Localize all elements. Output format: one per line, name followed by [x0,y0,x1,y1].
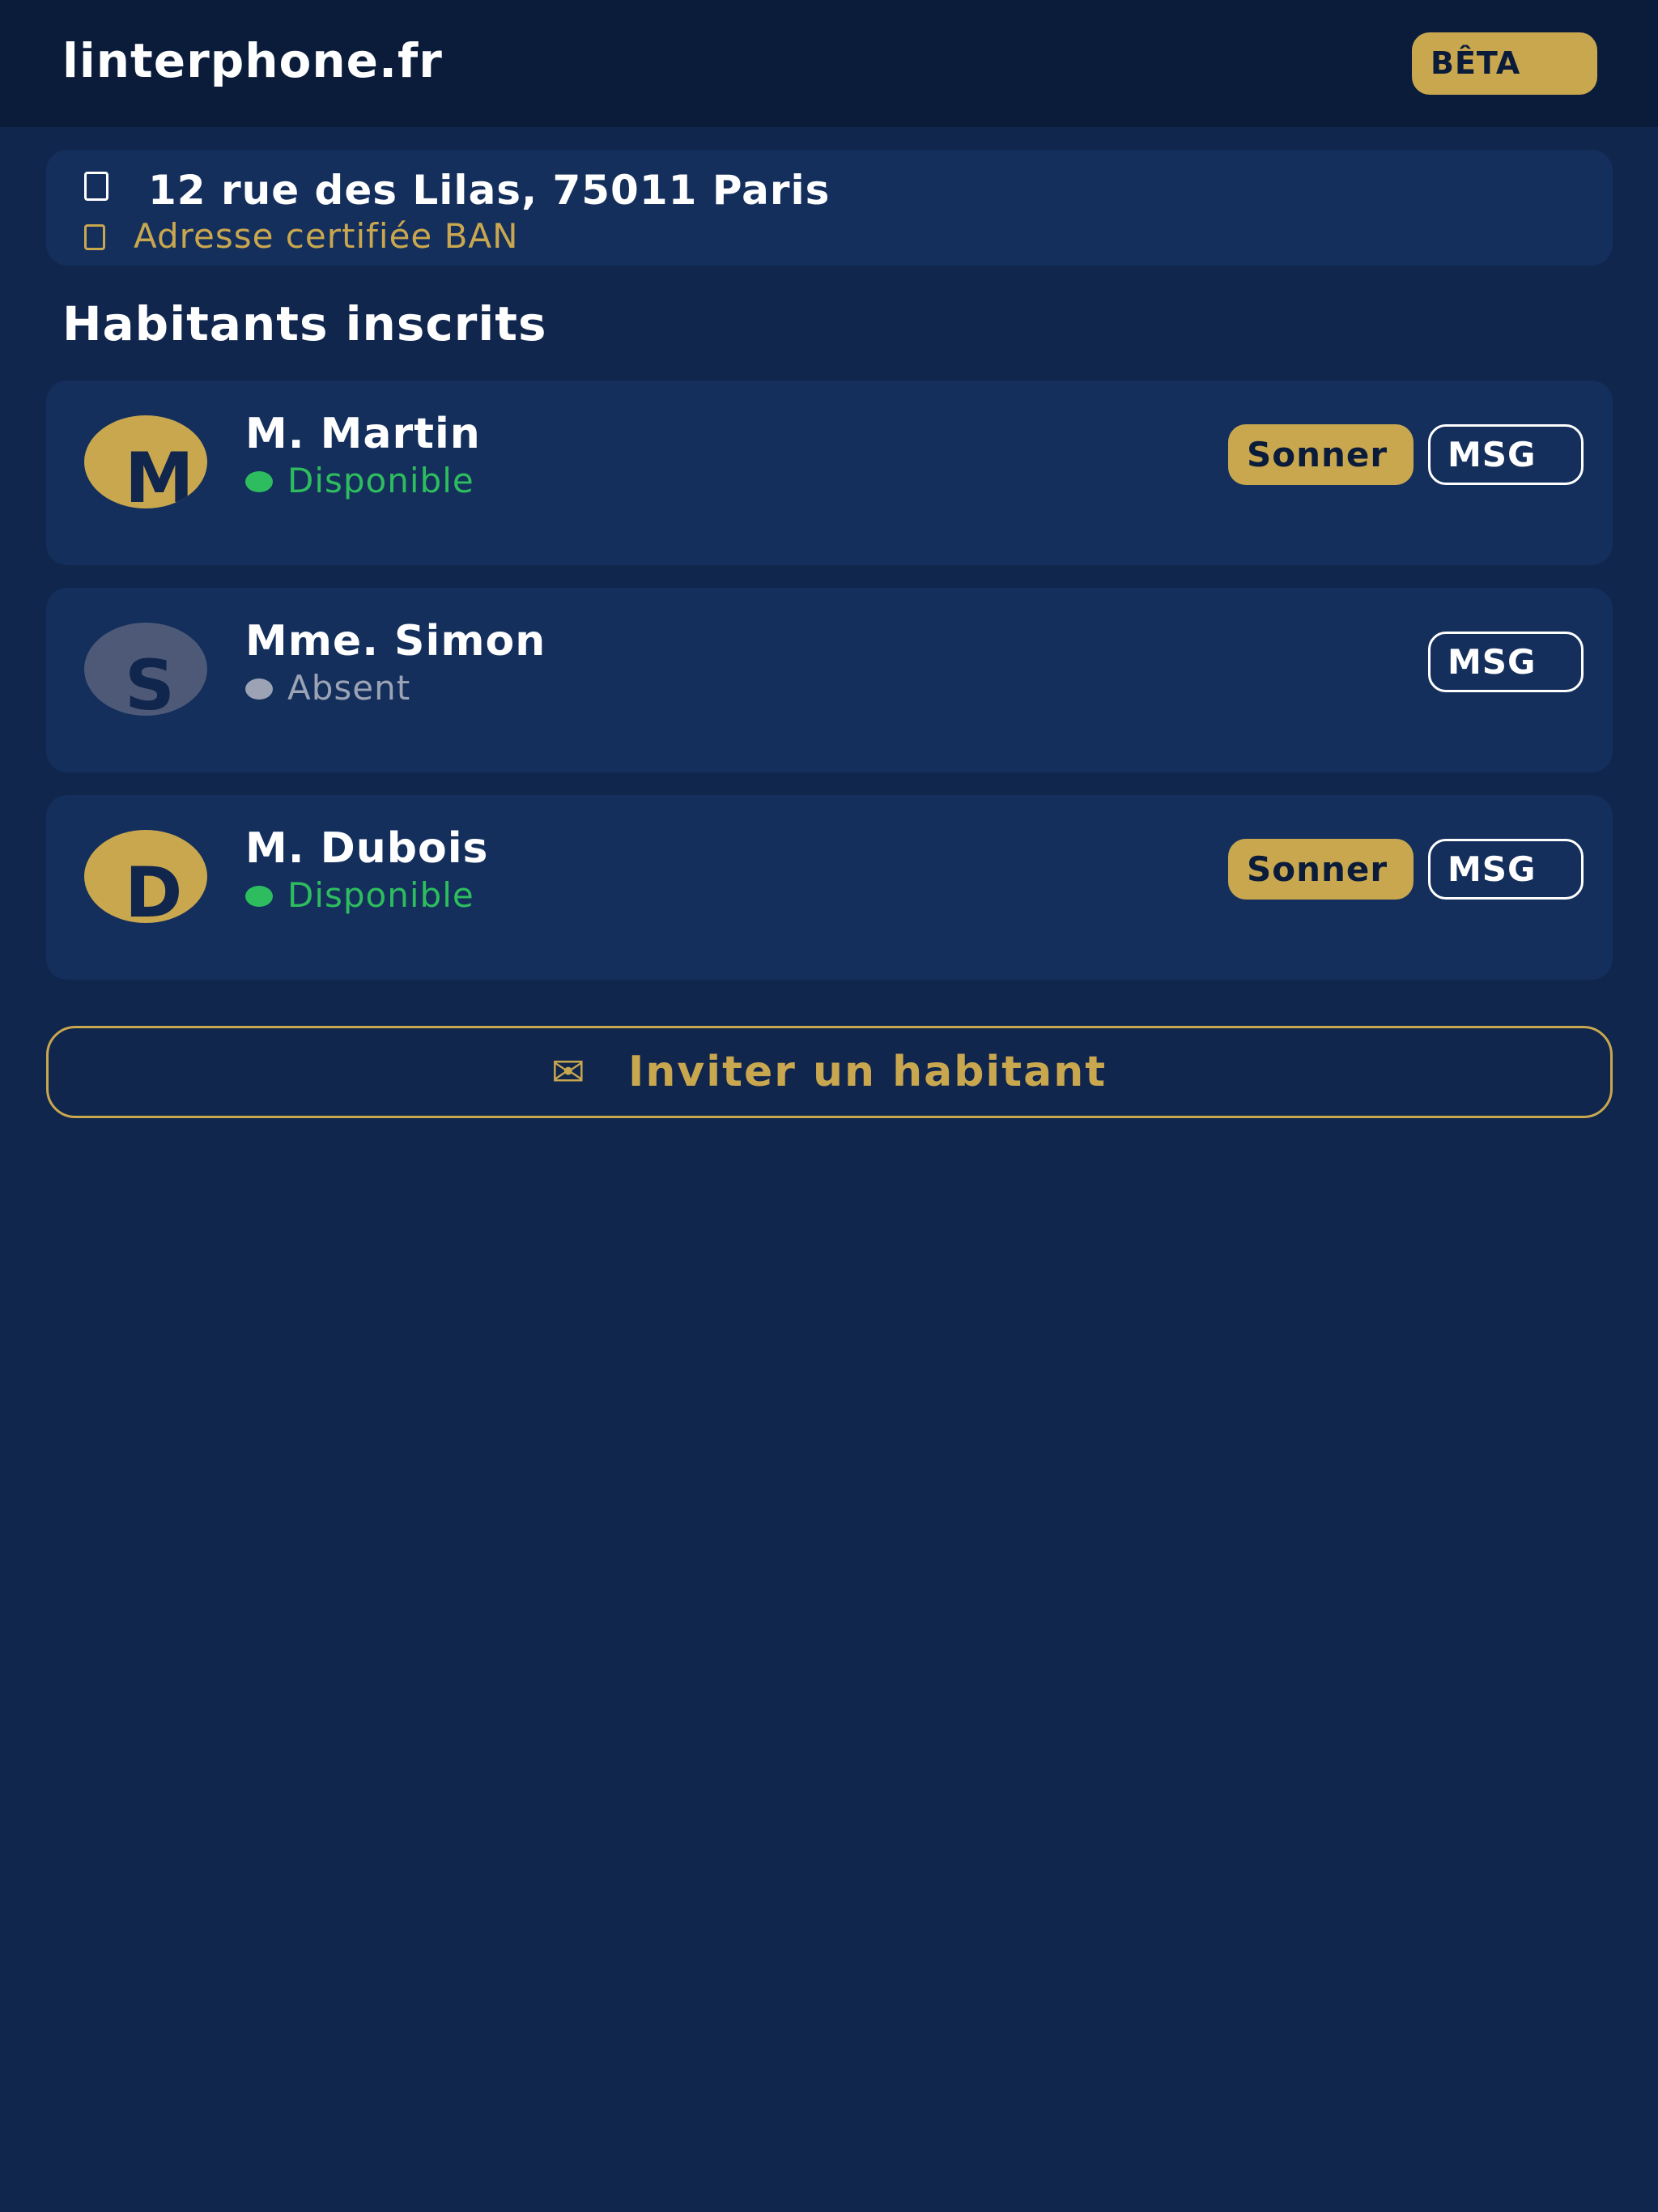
avatar: S [84,623,207,716]
resident-name: Mme. Simon [245,617,546,666]
resident-card: M M. Martin Disponible Sonner MSG [46,381,1613,565]
address-card: 12 rue des Lilas, 75011 Paris Adresse ce… [46,150,1613,266]
resident-card: D M. Dubois Disponible Sonner MSG [46,795,1613,980]
app-title[interactable]: linterphone.fr [62,32,443,89]
invite-label: Inviter un habitant [628,1048,1107,1096]
message-button[interactable]: MSG [1428,632,1584,692]
avatar: D [84,830,207,923]
avatar-initial: S [125,645,175,716]
message-button[interactable]: MSG [1428,839,1584,900]
beta-badge: BÊTA [1412,32,1597,95]
section-title: Habitants inscrits [62,296,547,351]
ring-button[interactable]: Sonner [1228,424,1414,485]
invite-resident-button[interactable]: ✉ Inviter un habitant [46,1026,1613,1118]
top-bar: linterphone.fr BÊTA [0,0,1658,127]
certified-icon [84,224,105,250]
resident-name: M. Dubois [245,824,489,873]
status-text: Disponible [287,461,474,500]
map-pin-icon [84,172,108,201]
message-button[interactable]: MSG [1428,424,1584,485]
status-dot-icon [245,471,273,492]
status-dot-icon [245,678,273,700]
avatar-initial: D [125,853,183,923]
ring-button[interactable]: Sonner [1228,839,1414,900]
address-text: 12 rue des Lilas, 75011 Paris [148,167,831,214]
resident-name: M. Martin [245,410,481,458]
certified-address-label: Adresse certifiée BAN [134,216,519,256]
resident-card: S Mme. Simon Absent MSG [46,588,1613,772]
envelope-icon: ✉ [551,1049,585,1095]
status-dot-icon [245,886,273,907]
status-text: Absent [287,668,411,708]
status-text: Disponible [287,875,474,915]
avatar: M [84,415,207,508]
avatar-initial: M [125,438,194,508]
